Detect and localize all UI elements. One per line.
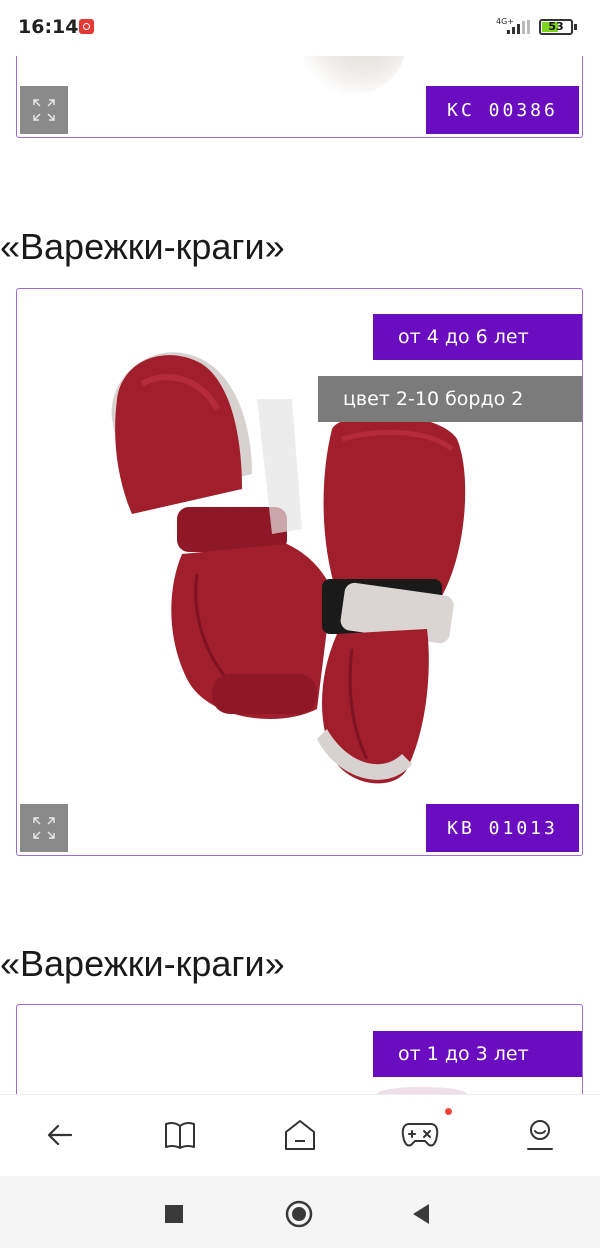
product-code-badge: KB 01013 (426, 804, 579, 852)
product-title: «Варежки-краги» (0, 226, 285, 267)
bookmarks-button[interactable] (150, 1113, 210, 1157)
product-card: KC 00386 (16, 44, 583, 138)
status-time: 16:14 (18, 16, 79, 38)
recents-button[interactable] (154, 1196, 194, 1232)
age-tag: от 1 до 3 лет (373, 1031, 582, 1077)
profile-button[interactable] (510, 1113, 570, 1157)
color-tag: цвет 2-10 бордо 2 (318, 376, 582, 422)
book-icon (165, 1121, 195, 1149)
home-icon (285, 1120, 315, 1150)
system-home-button[interactable] (279, 1196, 319, 1232)
games-button[interactable] (390, 1113, 450, 1157)
product-card: от 4 до 6 лет цвет 2-10 бордо 2 KB 01013 (16, 288, 583, 856)
bottom-navigation (0, 1094, 600, 1177)
battery-icon: 53 (539, 19, 573, 35)
system-back-button[interactable] (401, 1196, 441, 1232)
gamepad-icon (401, 1123, 439, 1147)
product-image-mittens (111, 352, 466, 784)
notification-dot (445, 1108, 452, 1115)
battery-tip (574, 24, 577, 30)
product-code-badge: KC 00386 (426, 86, 579, 134)
signal-strength-icon (507, 20, 530, 34)
back-button[interactable] (30, 1113, 90, 1157)
expand-icon (33, 817, 55, 839)
system-navigation-bar (0, 1176, 600, 1248)
status-bar: 16:14 4G+ 53 (0, 0, 600, 56)
expand-image-button[interactable] (20, 804, 68, 852)
product-title: «Варежки-краги» (0, 943, 285, 984)
recents-square-icon (165, 1205, 183, 1223)
home-button[interactable] (270, 1113, 330, 1157)
back-arrow-icon (47, 1124, 73, 1146)
expand-icon (33, 99, 55, 121)
age-tag: от 4 до 6 лет (373, 314, 582, 360)
expand-image-button[interactable] (20, 86, 68, 134)
back-triangle-icon (413, 1204, 429, 1224)
notification-app-icon (79, 19, 94, 34)
profile-icon (527, 1120, 553, 1150)
product-card: от 1 до 3 лет (16, 1004, 583, 1104)
home-circle-icon (285, 1200, 313, 1228)
battery-level: 53 (548, 20, 564, 33)
